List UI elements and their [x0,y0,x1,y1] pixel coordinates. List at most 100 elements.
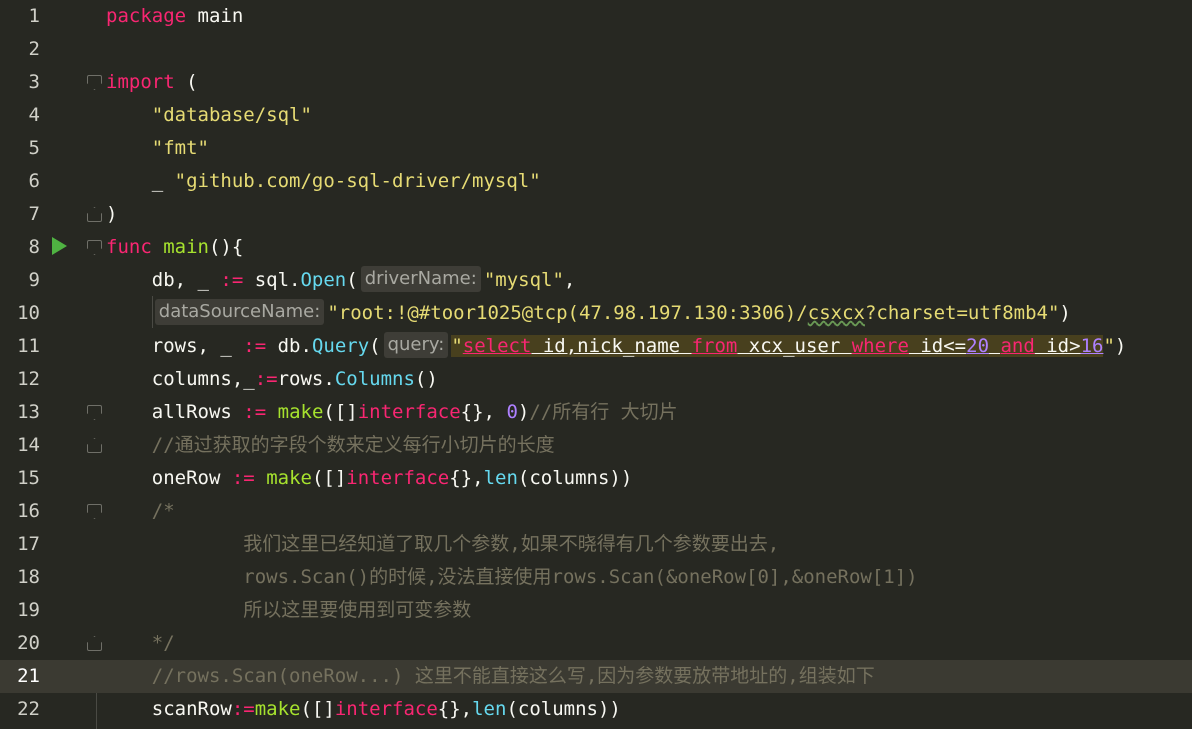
fold-marker-icon[interactable] [87,636,102,651]
code-token: () [414,368,438,390]
code-token: /* [151,500,175,522]
code-line[interactable]: 4 "database/sql" [0,99,1192,132]
code-token: len [472,698,507,720]
code-token: := [243,335,267,357]
code-token: := [220,269,244,291]
line-number: 5 [28,137,40,159]
code-token: make [254,698,301,720]
line-number: 16 [17,500,40,522]
code-line[interactable]: 2 [0,33,1192,66]
code-token: package [106,5,187,27]
code-token: scanRow [106,698,232,720]
line-number: 6 [28,170,40,192]
code-token: "root:!@#toor1025@tcp(47.98.197.130:3306… [327,302,808,324]
code-token: 所以这里要使用到可变参数 [243,599,472,621]
code-token: id<= [908,335,967,357]
code-text: //rows.Scan(oneRow...) 这里不能直接这么写,因为参数要放带… [106,660,875,693]
code-line[interactable]: 7) [0,198,1192,231]
code-token: select [462,335,532,357]
code-line[interactable]: 22 scanRow:=make([]interface{},len(colum… [0,693,1192,726]
code-token: rows.Scan()的时候,没法直接使用rows.Scan(&oneRow[0… [243,566,918,588]
code-line[interactable]: 20 */ [0,627,1192,660]
code-text: 所以这里要使用到可变参数 [106,594,471,627]
code-token: rows. [277,368,335,390]
code-text: import ( [106,66,198,99]
fold-marker-icon[interactable] [87,405,102,420]
code-line[interactable]: 16 /* [0,495,1192,528]
code-text: "fmt" [106,132,209,165]
code-token: "github.com/go-sql-driver/mysql" [174,170,541,192]
code-token: , [563,269,576,291]
parameter-hint: dataSourceName: [154,298,325,325]
code-token: allRows [106,401,244,423]
code-token: where [851,335,909,357]
code-line[interactable]: 9 db, _ := sql.Open(driverName: "mysql", [0,264,1192,297]
code-token: 我们这里已经知道了取几个参数,如果不晓得有几个参数要出去, [243,533,780,555]
code-line[interactable]: 13 allRows := make([]interface{}, 0)//所有… [0,396,1192,429]
code-token: func [106,236,164,258]
line-number: 20 [17,632,40,654]
line-number: 1 [28,5,40,27]
code-token: csxcx [807,302,865,324]
code-line[interactable]: 11 rows, _ := db.Query(query: "select id,… [0,330,1192,363]
code-token: ( [369,335,381,357]
line-number: 13 [17,401,40,423]
line-number: 4 [28,104,40,126]
line-number: 11 [17,335,40,357]
code-line[interactable]: 19 所以这里要使用到可变参数 [0,594,1192,627]
code-token: interface [357,401,461,423]
code-token: len [483,467,518,489]
code-text: /* [106,495,175,528]
code-line[interactable]: 6 _ "github.com/go-sql-driver/mysql" [0,165,1192,198]
code-text: */ [106,627,175,660]
code-text: dataSourceName: "root:!@#toor1025@tcp(47.… [106,297,1071,330]
fold-marker-icon[interactable] [87,75,102,90]
code-line[interactable]: 17 我们这里已经知道了取几个参数,如果不晓得有几个参数要出去, [0,528,1192,561]
code-token: Columns [334,368,415,390]
code-token: ) [1059,302,1071,324]
code-line[interactable]: 15 oneRow := make([]interface{},len(colu… [0,462,1192,495]
code-token: interface [346,467,450,489]
code-token: {}, [460,401,507,423]
code-line[interactable]: 1 package main [0,0,1192,33]
fold-marker-icon[interactable] [87,207,102,222]
line-number: 21 [17,665,40,687]
code-token: and [1000,335,1035,357]
code-token: 20 [966,335,990,357]
code-token: "fmt" [151,137,209,159]
code-text: 我们这里已经知道了取几个参数,如果不晓得有几个参数要出去, [106,528,779,561]
code-editor[interactable]: 1 package main 2 3 import (4 "database/sql" 5… [0,0,1192,729]
code-token: := [254,368,278,390]
fold-marker-icon[interactable] [87,504,102,519]
code-line[interactable]: 21 //rows.Scan(oneRow...) 这里不能直接这么写,因为参数… [0,660,1192,693]
code-token: from [691,335,738,357]
code-token: id,nick_name [531,335,692,357]
code-line[interactable]: 8 func main(){ [0,231,1192,264]
code-token [989,335,1001,357]
code-area[interactable]: 1 package main 2 3 import (4 "database/sql" 5… [0,0,1192,729]
code-text: allRows := make([]interface{}, 0)//所有行 大… [106,396,678,429]
code-token: _ [106,170,175,192]
code-line[interactable]: 18 rows.Scan()的时候,没法直接使用rows.Scan(&oneRo… [0,561,1192,594]
code-line[interactable]: 10 dataSourceName: "root:!@#toor1025@tcp(… [0,297,1192,330]
fold-marker-icon[interactable] [87,438,102,453]
code-line[interactable]: 3 import ( [0,66,1192,99]
code-text: scanRow:=make([]interface{},len(columns)… [106,693,621,726]
parameter-hint: driverName: [360,265,481,292]
line-number: 8 [28,236,40,258]
code-token: */ [151,632,175,654]
code-token: 16 [1080,335,1104,357]
code-token: make [266,467,312,489]
code-line[interactable]: 5 "fmt" [0,132,1192,165]
line-number: 7 [28,203,40,225]
line-number: 9 [28,269,40,291]
code-token: {}, [437,698,473,720]
code-line[interactable]: 14 //通过获取的字段个数来定义每行小切片的长度 [0,429,1192,462]
code-token: ( [174,71,198,93]
fold-marker-icon[interactable] [87,240,102,255]
code-line[interactable]: 12 columns,_:=rows.Columns() [0,363,1192,396]
